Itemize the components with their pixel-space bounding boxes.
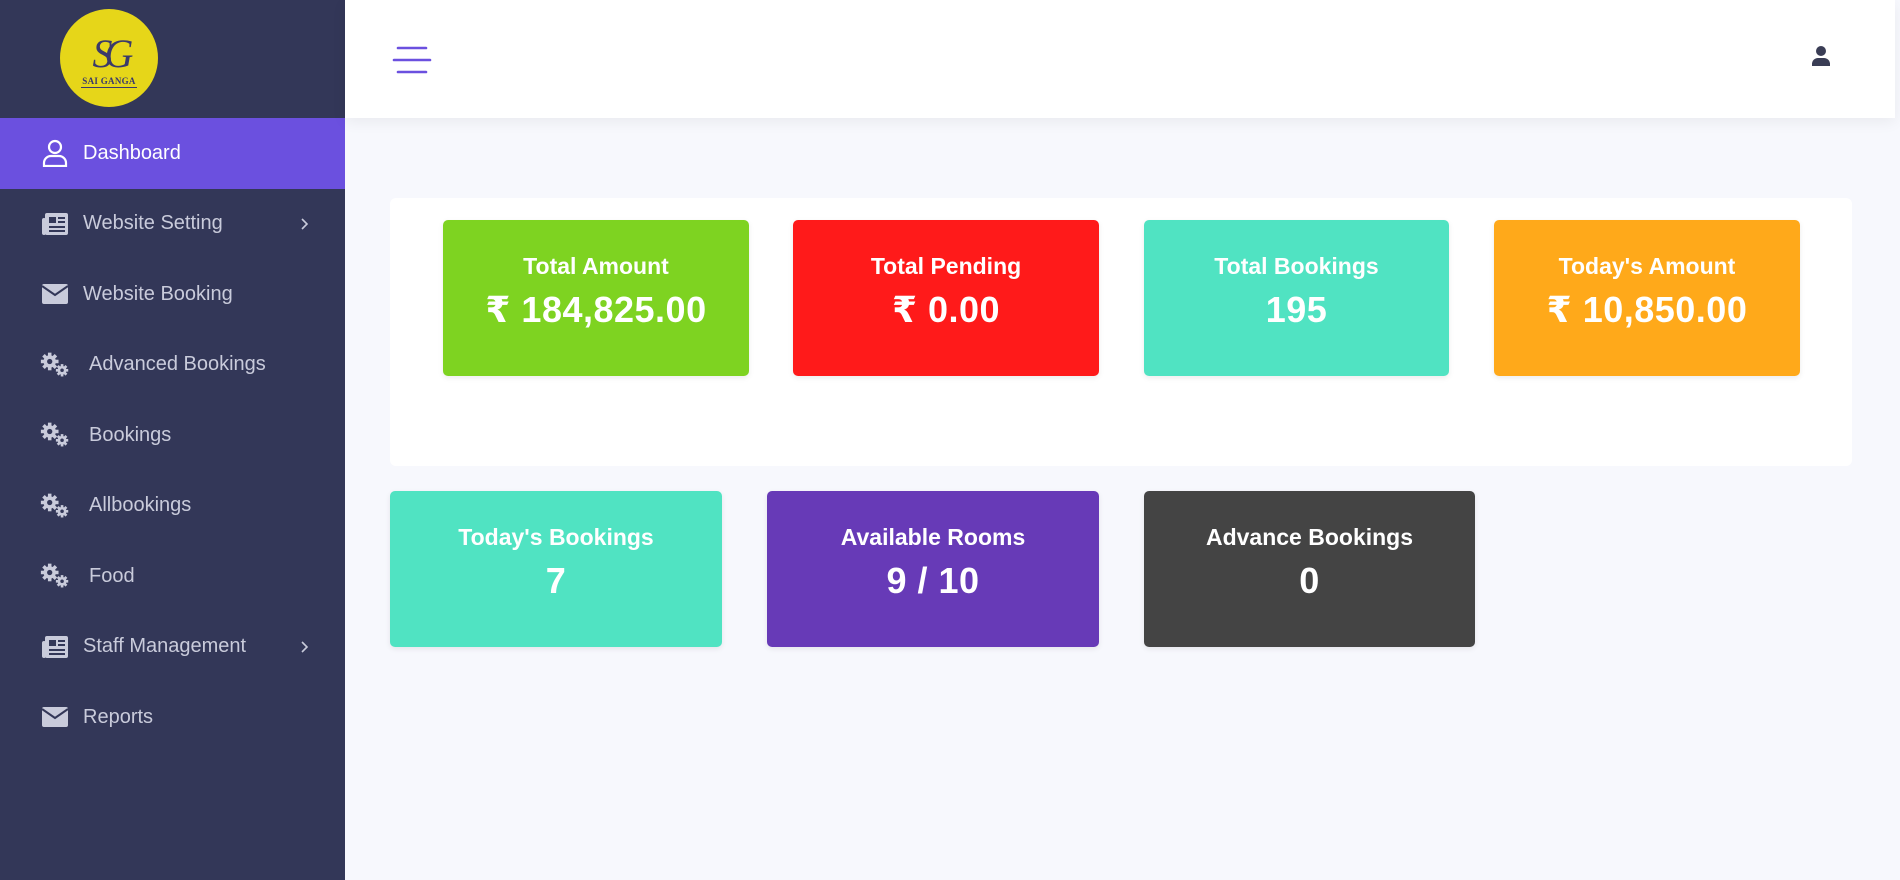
chevron-right-icon [301,218,309,230]
stat-card-total-amount[interactable]: Total Amount ₹ 184,825.00 [443,220,749,376]
sidebar-item-label: Bookings [89,423,172,446]
stat-card-advance-bookings[interactable]: Advance Bookings 0 [1144,491,1475,647]
chevron-right-icon [301,641,309,653]
sidebar-item-website-booking[interactable]: Website Booking [0,259,345,330]
stat-card-title: Today's Amount [1558,253,1736,279]
stat-card-value: 9 / 10 [886,560,980,601]
logo-area: SG SAI GANGA [0,0,345,118]
sidebar-item-food[interactable]: Food [0,541,345,612]
logo-rule [81,86,137,91]
envelope-icon [40,703,70,731]
envelope-icon [40,280,70,308]
sidebar-item-label: Advanced Bookings [89,353,266,376]
sidebar-nav: Dashboard Website Setting Website Bookin… [0,118,345,753]
newspaper-icon [40,210,70,238]
stat-card-total-bookings[interactable]: Total Bookings 195 [1144,220,1449,376]
logo-name: SAI GANGA [82,75,136,86]
stat-card-available-rooms[interactable]: Available Rooms 9 / 10 [767,491,1099,647]
stat-card-todays-amount[interactable]: Today's Amount ₹ 10,850.00 [1494,220,1800,376]
sidebar-item-label: Food [89,564,135,587]
stat-card-title: Total Pending [870,253,1022,279]
stat-card-title: Available Rooms [840,524,1026,550]
sidebar-item-website-setting[interactable]: Website Setting [0,189,345,260]
sidebar: SG SAI GANGA Dashboard Website Setting W… [0,0,345,880]
sidebar-item-reports[interactable]: Reports [0,682,345,753]
stat-card-value: 195 [1265,289,1328,330]
sidebar-item-label: Reports [83,705,154,728]
stat-card-title: Today's Bookings [458,524,654,550]
sidebar-item-dashboard[interactable]: Dashboard [0,118,345,189]
sidebar-item-bookings[interactable]: Bookings [0,400,345,471]
gears-icon [40,562,70,590]
brand-logo[interactable]: SG SAI GANGA [60,9,158,107]
gears-icon [40,492,70,520]
hamburger-icon[interactable] [392,44,432,76]
gears-icon [40,351,70,379]
newspaper-icon [40,633,70,661]
gears-icon [40,421,70,449]
stat-card-value: 7 [545,560,567,601]
stat-card-value: ₹ 10,850.00 [1546,289,1748,330]
sidebar-item-advanced-bookings[interactable]: Advanced Bookings [0,330,345,401]
sidebar-item-label: Dashboard [83,141,181,164]
sidebar-item-allbookings[interactable]: Allbookings [0,471,345,542]
stat-card-value: 0 [1299,560,1320,601]
sidebar-item-label: Allbookings [89,494,192,517]
stat-card-total-pending[interactable]: Total Pending ₹ 0.00 [793,220,1099,376]
logo-monogram: SG [92,30,134,76]
user-outline-icon [40,139,70,168]
stat-card-todays-bookings[interactable]: Today's Bookings 7 [390,491,722,647]
stat-card-value: ₹ 0.00 [891,289,1001,330]
stat-card-title: Total Amount [523,253,669,279]
sidebar-item-label: Staff Management [83,635,247,658]
stat-card-value: ₹ 184,825.00 [485,289,707,330]
sidebar-item-staff-management[interactable]: Staff Management [0,612,345,683]
sidebar-item-label: Website Booking [83,282,233,305]
user-icon[interactable] [1809,44,1833,68]
top-bar [345,0,1895,118]
stat-card-title: Total Bookings [1214,253,1379,279]
stat-card-title: Advance Bookings [1205,524,1414,550]
sidebar-item-label: Website Setting [83,212,223,235]
